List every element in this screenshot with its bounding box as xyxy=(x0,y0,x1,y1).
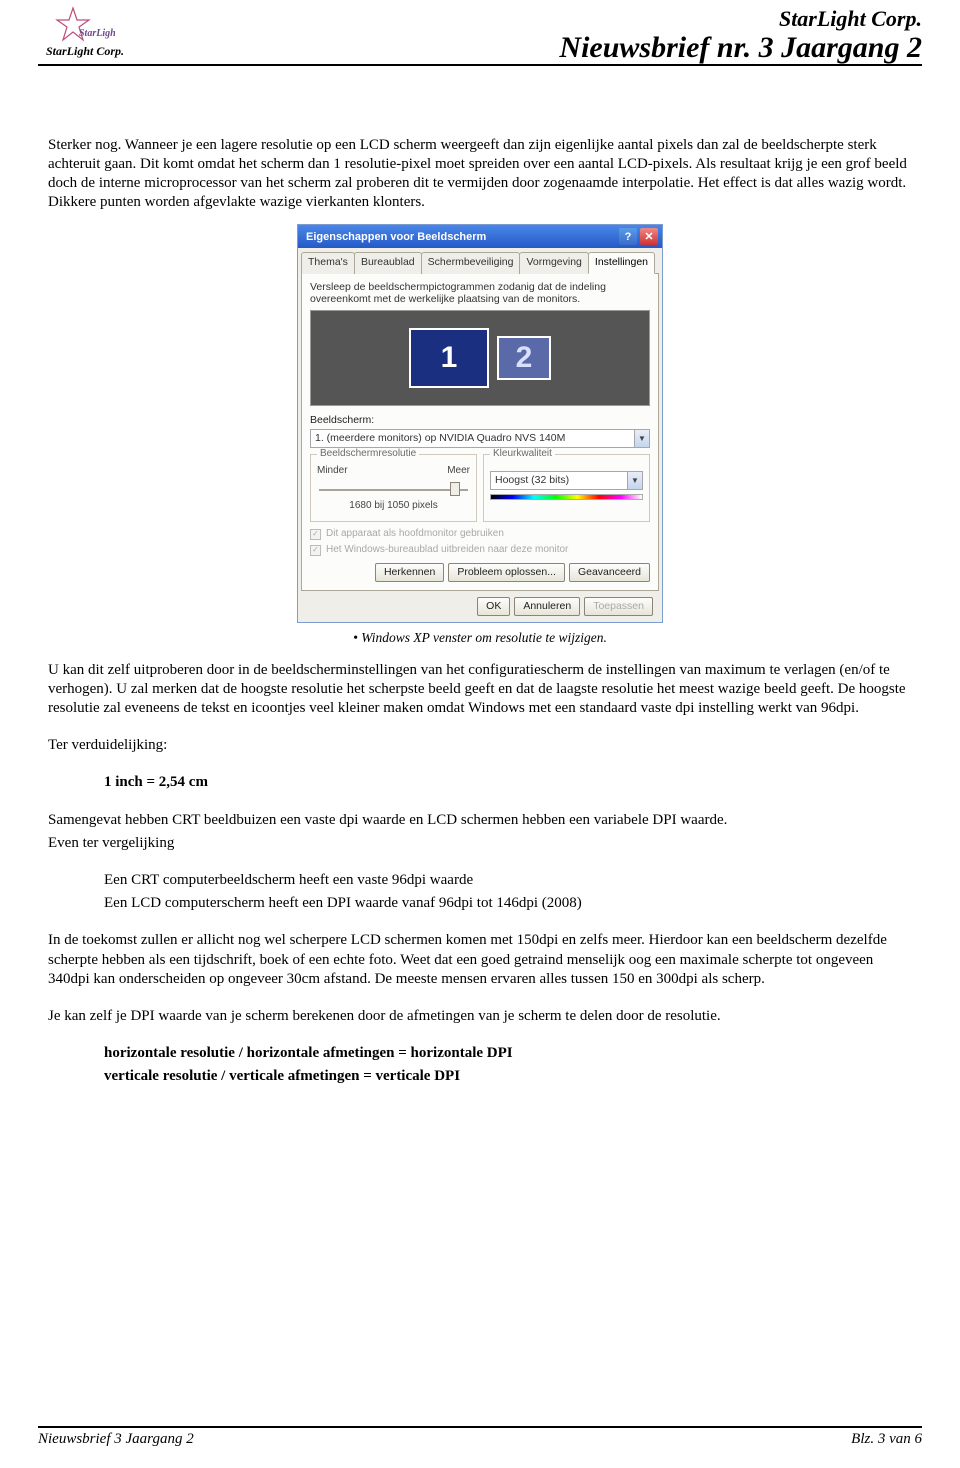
chk2-label: Het Windows-bureaublad uitbreiden naar d… xyxy=(326,544,568,557)
monitor-preview[interactable]: 1 2 xyxy=(310,310,650,406)
color-combo[interactable]: Hoogst (32 bits) ▼ xyxy=(490,471,643,490)
footer-right: Blz. 3 van 6 xyxy=(851,1431,922,1448)
troubleshoot-button[interactable]: Probleem oplossen... xyxy=(448,563,565,582)
close-button[interactable]: ✕ xyxy=(640,228,658,245)
inch-cm: 1 inch = 2,54 cm xyxy=(104,773,912,792)
content: Sterker nog. Wanneer je een lagere resol… xyxy=(0,66,960,1087)
advanced-button[interactable]: Geavanceerd xyxy=(569,563,650,582)
monitor-2[interactable]: 2 xyxy=(497,336,551,380)
figure-caption: • Windows XP venster om resolutie te wij… xyxy=(48,629,912,646)
dialog-instructions: Versleep de beeldschermpictogrammen zoda… xyxy=(310,281,650,306)
display-label: Beeldscherm: xyxy=(310,414,650,427)
star-icon: StarLight xyxy=(55,6,115,42)
checkbox-primary[interactable]: ✓ xyxy=(310,529,321,540)
paragraph-tryout: U kan dit zelf uitproberen door in de be… xyxy=(48,661,912,719)
header-title: StarLight Corp. Nieuwsbrief nr. 3 Jaarga… xyxy=(559,6,922,64)
footer-left: Nieuwsbrief 3 Jaargang 2 xyxy=(38,1431,194,1448)
paragraph-future: In de toekomst zullen er allicht nog wel… xyxy=(48,931,912,989)
formula-h: horizontale resolutie / horizontale afme… xyxy=(104,1044,912,1063)
tab-desktop[interactable]: Bureaublad xyxy=(354,252,422,273)
color-gradient-preview xyxy=(490,494,643,500)
logo-subtitle: StarLight Corp. xyxy=(46,44,124,59)
display-properties-dialog: Eigenschappen voor Beeldscherm ? ✕ Thema… xyxy=(297,224,663,623)
tab-themes[interactable]: Thema's xyxy=(301,252,355,273)
clarify-label: Ter verduidelijking: xyxy=(48,736,912,755)
header-newsletter: Nieuwsbrief nr. 3 Jaargang 2 xyxy=(559,32,922,64)
page-footer: Nieuwsbrief 3 Jaargang 2 Blz. 3 van 6 xyxy=(38,1426,922,1448)
resolution-group: Beeldschermresolutie Minder Meer 1680 bi… xyxy=(310,454,477,522)
dialog-titlebar: Eigenschappen voor Beeldscherm ? ✕ xyxy=(298,225,662,248)
logo: StarLight StarLight Corp. xyxy=(38,6,124,59)
checkbox-extend[interactable]: ✓ xyxy=(310,545,321,556)
slider-max-label: Meer xyxy=(447,465,470,478)
resolution-title: Beeldschermresolutie xyxy=(317,448,419,461)
paragraph-summary-a: Samengevat hebben CRT beeldbuizen een va… xyxy=(48,811,912,830)
display-combo[interactable]: 1. (meerdere monitors) op NVIDIA Quadro … xyxy=(310,429,650,448)
display-value: 1. (meerdere monitors) op NVIDIA Quadro … xyxy=(311,432,634,445)
dialog-tabs: Thema's Bureaublad Schermbeveiliging Vor… xyxy=(301,251,659,273)
resolution-slider[interactable] xyxy=(319,482,468,496)
ok-button[interactable]: OK xyxy=(477,597,510,616)
paragraph-calc: Je kan zelf je DPI waarde van je scherm … xyxy=(48,1007,912,1026)
monitor-1[interactable]: 1 xyxy=(409,328,489,388)
page-header: StarLight StarLight Corp. StarLight Corp… xyxy=(38,0,922,66)
tab-appearance[interactable]: Vormgeving xyxy=(519,252,588,273)
color-title: Kleurkwaliteit xyxy=(490,448,555,461)
checkbox-group: ✓ Dit apparaat als hoofdmonitor gebruiken… xyxy=(310,528,650,557)
identify-button[interactable]: Herkennen xyxy=(375,563,444,582)
formula-v: verticale resolutie / verticale afmeting… xyxy=(104,1067,912,1086)
tab-settings[interactable]: Instellingen xyxy=(588,252,655,273)
svg-text:StarLight: StarLight xyxy=(79,28,115,39)
bullet-lcd: Een LCD computerscherm heeft een DPI waa… xyxy=(104,894,912,913)
chk1-label: Dit apparaat als hoofdmonitor gebruiken xyxy=(326,528,504,541)
color-group: Kleurkwaliteit Hoogst (32 bits) ▼ xyxy=(483,454,650,522)
chevron-down-icon[interactable]: ▼ xyxy=(634,430,649,447)
paragraph-intro: Sterker nog. Wanneer je een lagere resol… xyxy=(48,136,912,213)
cancel-button[interactable]: Annuleren xyxy=(514,597,580,616)
paragraph-summary-b: Even ter vergelijking xyxy=(48,834,912,853)
chevron-down-icon[interactable]: ▼ xyxy=(627,472,642,489)
help-button[interactable]: ? xyxy=(619,228,637,245)
color-value: Hoogst (32 bits) xyxy=(491,474,627,487)
dialog-title: Eigenschappen voor Beeldscherm xyxy=(306,230,486,244)
resolution-value: 1680 bij 1050 pixels xyxy=(317,500,470,513)
slider-min-label: Minder xyxy=(317,465,348,478)
header-company: StarLight Corp. xyxy=(559,6,922,32)
bullet-crt: Een CRT computerbeeldscherm heeft een va… xyxy=(104,871,912,890)
tab-screensaver[interactable]: Schermbeveiliging xyxy=(421,252,521,273)
apply-button[interactable]: Toepassen xyxy=(584,597,653,616)
